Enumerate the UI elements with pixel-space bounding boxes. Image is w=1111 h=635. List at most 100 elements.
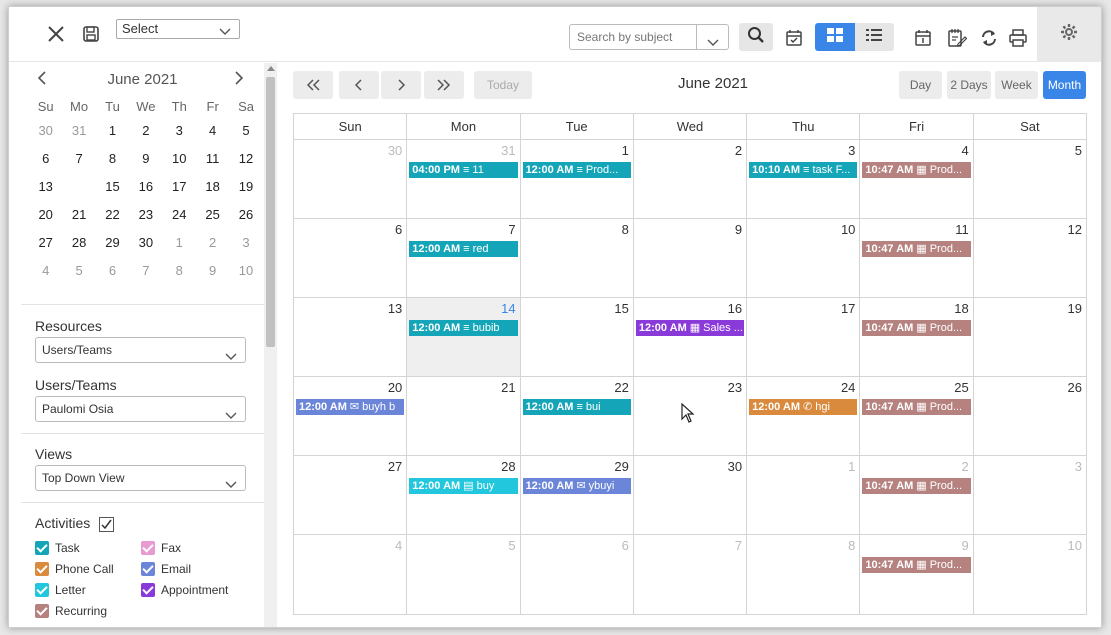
day-cell[interactable]: 9 — [634, 219, 748, 297]
calendar-event[interactable]: 10:47 AM ▦ Prod... — [862, 399, 971, 415]
mini-day[interactable]: 29 — [96, 229, 129, 257]
left-panel-scrollbar[interactable] — [264, 63, 277, 627]
mini-day[interactable]: 9 — [196, 257, 229, 285]
mini-day[interactable]: 30 — [29, 117, 62, 145]
day-cell[interactable]: 14 12:00 AM ≡ bubib — [407, 298, 521, 376]
calendar-event[interactable]: 10:47 AM ▦ Prod... — [862, 241, 971, 257]
calendar-event[interactable]: 12:00 AM ✆ hgi — [749, 399, 858, 415]
mini-day[interactable]: 1 — [163, 229, 196, 257]
search-input[interactable]: Search by subject — [569, 24, 729, 50]
day-cell[interactable]: 5 — [407, 535, 521, 614]
day-cell[interactable]: 8 — [747, 535, 861, 614]
mini-day[interactable]: 4 — [196, 117, 229, 145]
next-year-button[interactable] — [424, 71, 464, 99]
close-icon[interactable] — [45, 23, 67, 45]
mini-day[interactable]: 20 — [29, 201, 62, 229]
day-cell[interactable]: 7 12:00 AM ≡ red — [407, 219, 521, 297]
calendar-event[interactable]: 10:10 AM ≡ task F... — [749, 162, 858, 178]
activity-filter-fax[interactable]: Fax — [141, 541, 181, 555]
day-cell[interactable]: 26 — [974, 377, 1086, 455]
mini-day[interactable]: 27 — [29, 229, 62, 257]
calendar-day-icon[interactable] — [912, 27, 934, 49]
activity-filter-email[interactable]: Email — [141, 562, 191, 576]
day-cell[interactable]: 3 — [974, 456, 1086, 534]
mini-day[interactable]: 6 — [96, 257, 129, 285]
mini-day[interactable]: 6 — [29, 145, 62, 173]
save-icon[interactable] — [81, 24, 101, 44]
mini-day[interactable]: 7 — [62, 145, 95, 173]
calendar-event[interactable]: 12:00 AM ✉ buyh b — [296, 399, 405, 415]
view-week-button[interactable]: Week — [995, 71, 1038, 99]
day-cell[interactable]: 2 — [634, 140, 748, 218]
mini-day[interactable]: 12 — [229, 145, 262, 173]
calendar-event[interactable]: 12:00 AM ≡ Prod... — [522, 162, 631, 178]
day-cell[interactable]: 30 — [294, 140, 408, 218]
mini-day[interactable]: 16 — [129, 173, 162, 201]
day-cell[interactable]: 10 — [974, 535, 1086, 614]
mini-next-month-icon[interactable] — [234, 71, 244, 90]
print-icon[interactable] — [1007, 27, 1029, 49]
calendar-event[interactable]: 12:00 AM ≡ bui — [522, 399, 631, 415]
mini-day[interactable]: 28 — [62, 229, 95, 257]
calendar-event[interactable]: 12:00 AM ≡ bubib — [409, 320, 518, 336]
activity-checkbox[interactable] — [141, 583, 155, 597]
mini-day[interactable]: 26 — [229, 201, 262, 229]
view-day-button[interactable]: Day — [899, 71, 942, 99]
calendar-event[interactable]: 10:47 AM ▦ Prod... — [862, 557, 971, 573]
day-cell[interactable]: 9 10:47 AM ▦ Prod... — [860, 535, 974, 614]
day-cell[interactable]: 7 — [634, 535, 748, 614]
activity-filter-task[interactable]: Task — [35, 541, 80, 555]
scrollbar-thumb[interactable] — [266, 77, 275, 347]
views-dropdown[interactable]: Top Down View — [35, 465, 246, 491]
settings-button[interactable] — [1037, 7, 1101, 62]
activity-checkbox[interactable] — [35, 541, 49, 555]
mini-day[interactable]: 2 — [129, 117, 162, 145]
calendar-event[interactable]: 12:00 AM ▤ buy — [409, 478, 518, 494]
search-dropdown-chevron-icon[interactable] — [707, 31, 719, 55]
activity-filter-letter[interactable]: Letter — [35, 583, 86, 597]
mini-day[interactable]: 17 — [163, 173, 196, 201]
activity-checkbox[interactable] — [141, 562, 155, 576]
mini-day[interactable]: 10 — [229, 257, 262, 285]
mini-day[interactable]: 23 — [129, 201, 162, 229]
mini-day[interactable]: 3 — [163, 117, 196, 145]
day-cell[interactable]: 1 12:00 AM ≡ Prod... — [521, 140, 634, 218]
calendar-event[interactable]: 10:47 AM ▦ Prod... — [862, 320, 971, 336]
refresh-icon[interactable] — [978, 27, 1000, 49]
mini-day[interactable]: 25 — [196, 201, 229, 229]
day-cell[interactable]: 2 10:47 AM ▦ Prod... — [860, 456, 974, 534]
day-cell[interactable]: 31 04:00 PM ≡ 11 — [407, 140, 521, 218]
day-cell[interactable]: 17 — [747, 298, 861, 376]
calendar-event[interactable]: 12:00 AM ▦ Sales ... — [635, 320, 745, 336]
day-cell[interactable]: 13 — [294, 298, 408, 376]
day-cell[interactable]: 5 — [974, 140, 1086, 218]
day-cell[interactable]: 16 12:00 AM ▦ Sales ... — [634, 298, 748, 376]
day-cell[interactable]: 12 — [974, 219, 1086, 297]
record-select[interactable]: Select — [116, 19, 240, 39]
mini-day[interactable]: 30 — [129, 229, 162, 257]
mini-day[interactable]: 4 — [29, 257, 62, 285]
mini-day[interactable]: 15 — [96, 173, 129, 201]
calendar-event[interactable]: 10:47 AM ▦ Prod... — [862, 162, 971, 178]
mini-day[interactable]: 11 — [196, 145, 229, 173]
day-cell[interactable]: 19 — [974, 298, 1086, 376]
calendar-event[interactable]: 04:00 PM ≡ 11 — [409, 162, 518, 178]
search-button[interactable] — [739, 23, 773, 51]
day-cell[interactable]: 4 10:47 AM ▦ Prod... — [860, 140, 974, 218]
activity-filter-appointment[interactable]: Appointment — [141, 583, 228, 597]
mini-day[interactable]: 5 — [229, 117, 262, 145]
day-cell[interactable]: 18 10:47 AM ▦ Prod... — [860, 298, 974, 376]
activity-checkbox[interactable] — [141, 541, 155, 555]
day-cell[interactable]: 10 — [747, 219, 861, 297]
day-cell[interactable]: 24 12:00 AM ✆ hgi — [747, 377, 861, 455]
day-cell[interactable]: 30 — [634, 456, 748, 534]
mini-day[interactable]: 22 — [96, 201, 129, 229]
day-cell[interactable]: 3 10:10 AM ≡ task F... — [747, 140, 861, 218]
mini-day[interactable]: 5 — [62, 257, 95, 285]
activity-filter-phone-call[interactable]: Phone Call — [35, 562, 114, 576]
mini-day[interactable]: 8 — [163, 257, 196, 285]
mini-day[interactable]: 24 — [163, 201, 196, 229]
day-cell[interactable]: 22 12:00 AM ≡ bui — [521, 377, 634, 455]
day-cell[interactable]: 21 — [407, 377, 521, 455]
today-button[interactable]: Today — [474, 71, 532, 99]
